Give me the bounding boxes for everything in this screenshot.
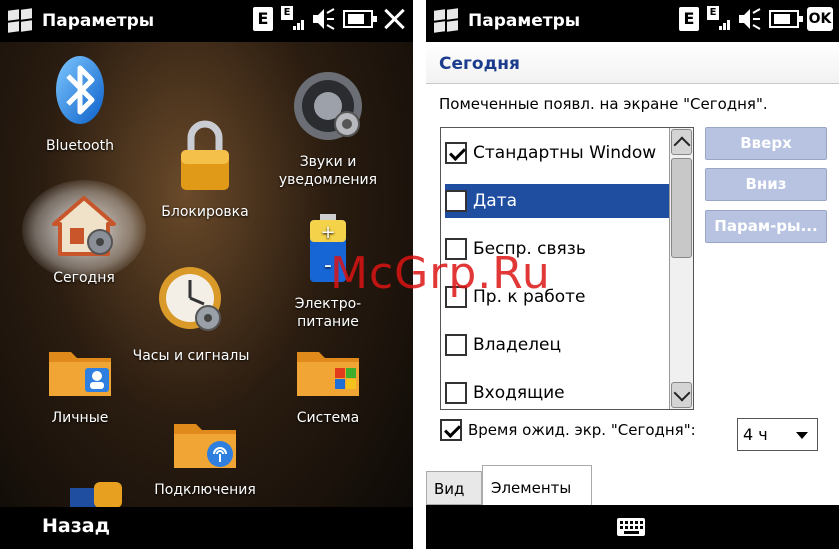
ok-button[interactable]: OK — [807, 7, 833, 31]
app-label: Электро- питание — [294, 296, 362, 330]
item-label: Владелец — [473, 335, 562, 355]
home-settings-icon — [52, 196, 116, 256]
battery-status-icon[interactable] — [769, 10, 803, 28]
signal-strength-icon[interactable]: E — [281, 6, 304, 32]
keyboard-icon[interactable] — [617, 518, 645, 536]
timeout-row: Время ожид. экр. "Сегодня": — [440, 419, 696, 441]
tab-elements[interactable]: Элементы — [482, 465, 592, 505]
app-connections[interactable]: Подключения — [145, 414, 265, 499]
instruction-text: Помеченные появл. на экране "Сегодня". — [439, 95, 768, 113]
item-checkbox[interactable] — [445, 142, 467, 164]
app-clock[interactable]: Часы и сигналы — [131, 264, 251, 365]
softkey-bar: Назад — [0, 507, 413, 549]
title-bar: Параметры E E OK — [426, 0, 839, 42]
scroll-down-icon[interactable] — [671, 382, 692, 408]
list-item[interactable]: Стандартны Window — [445, 136, 671, 170]
edge-connection-icon[interactable]: E — [253, 7, 273, 31]
move-up-button[interactable]: Вверх — [705, 127, 827, 160]
battery-status-icon[interactable] — [343, 10, 377, 28]
list-item-selected[interactable]: Дата — [445, 184, 671, 218]
timeout-label: Время ожид. экр. "Сегодня": — [468, 421, 696, 439]
clock-icon — [159, 267, 221, 331]
app-label: Система — [296, 410, 360, 426]
watermark-text: McGrp.Ru — [330, 248, 551, 299]
page-title: Параметры — [468, 11, 581, 31]
app-lock[interactable]: Блокировка — [145, 118, 265, 221]
list-item[interactable]: Владелец — [445, 328, 671, 362]
section-header: Сегодня — [426, 42, 839, 84]
app-label: Звуки и уведомления — [278, 154, 378, 188]
app-label: Личные — [51, 410, 109, 426]
back-softkey[interactable]: Назад — [42, 515, 110, 537]
list-scrollbar[interactable] — [669, 128, 693, 409]
partial-app-icon[interactable] — [66, 478, 126, 508]
app-system[interactable]: Система — [268, 342, 388, 427]
app-label: Блокировка — [161, 204, 249, 220]
item-label: Стандартны Window — [473, 143, 657, 163]
windows-start-icon[interactable] — [6, 7, 34, 35]
padlock-icon — [181, 120, 229, 190]
app-label: Подключения — [154, 482, 256, 498]
volume-muted-icon[interactable] — [737, 6, 761, 32]
softkey-bar — [426, 505, 839, 549]
app-personal[interactable]: Личные — [20, 342, 140, 427]
windows-start-icon[interactable] — [432, 7, 460, 35]
app-label: Сегодня — [53, 270, 115, 286]
app-label: Bluetooth — [46, 138, 114, 154]
system-folder-icon — [297, 352, 359, 396]
move-down-button[interactable]: Вниз — [705, 168, 827, 201]
signal-strength-icon[interactable]: E — [707, 6, 730, 32]
scroll-thumb[interactable] — [671, 158, 692, 258]
list-item[interactable]: Входящие — [445, 376, 671, 410]
page-title: Параметры — [42, 11, 155, 31]
app-bluetooth[interactable]: Bluetooth — [20, 54, 140, 155]
item-checkbox[interactable] — [445, 334, 467, 356]
title-bar: Параметры E E — [0, 0, 413, 42]
scroll-up-icon[interactable] — [671, 129, 692, 155]
item-checkbox[interactable] — [445, 382, 467, 404]
close-icon[interactable] — [381, 6, 407, 32]
tab-strip: Вид Элементы — [426, 465, 839, 505]
item-checkbox[interactable] — [445, 190, 467, 212]
timeout-checkbox[interactable] — [440, 419, 462, 441]
personal-folder-icon — [49, 352, 111, 396]
timeout-value: 4 ч — [743, 425, 768, 444]
app-label: Часы и сигналы — [132, 348, 250, 364]
section-title: Сегодня — [439, 54, 520, 74]
volume-muted-icon[interactable] — [311, 6, 335, 32]
timeout-select[interactable]: 4 ч — [737, 418, 818, 451]
item-options-button[interactable]: Парам-ры... — [705, 210, 827, 243]
item-label: Входящие — [473, 383, 565, 403]
item-label: Дата — [473, 191, 518, 211]
app-today[interactable]: Сегодня — [24, 194, 144, 287]
speaker-icon — [294, 72, 362, 140]
bluetooth-icon — [56, 56, 104, 124]
connections-folder-icon — [174, 424, 236, 468]
app-sounds[interactable]: Звуки и уведомления — [268, 52, 388, 207]
svg-text:+: + — [320, 222, 335, 243]
edge-connection-icon[interactable]: E — [679, 7, 699, 31]
tab-view[interactable]: Вид — [426, 471, 482, 505]
